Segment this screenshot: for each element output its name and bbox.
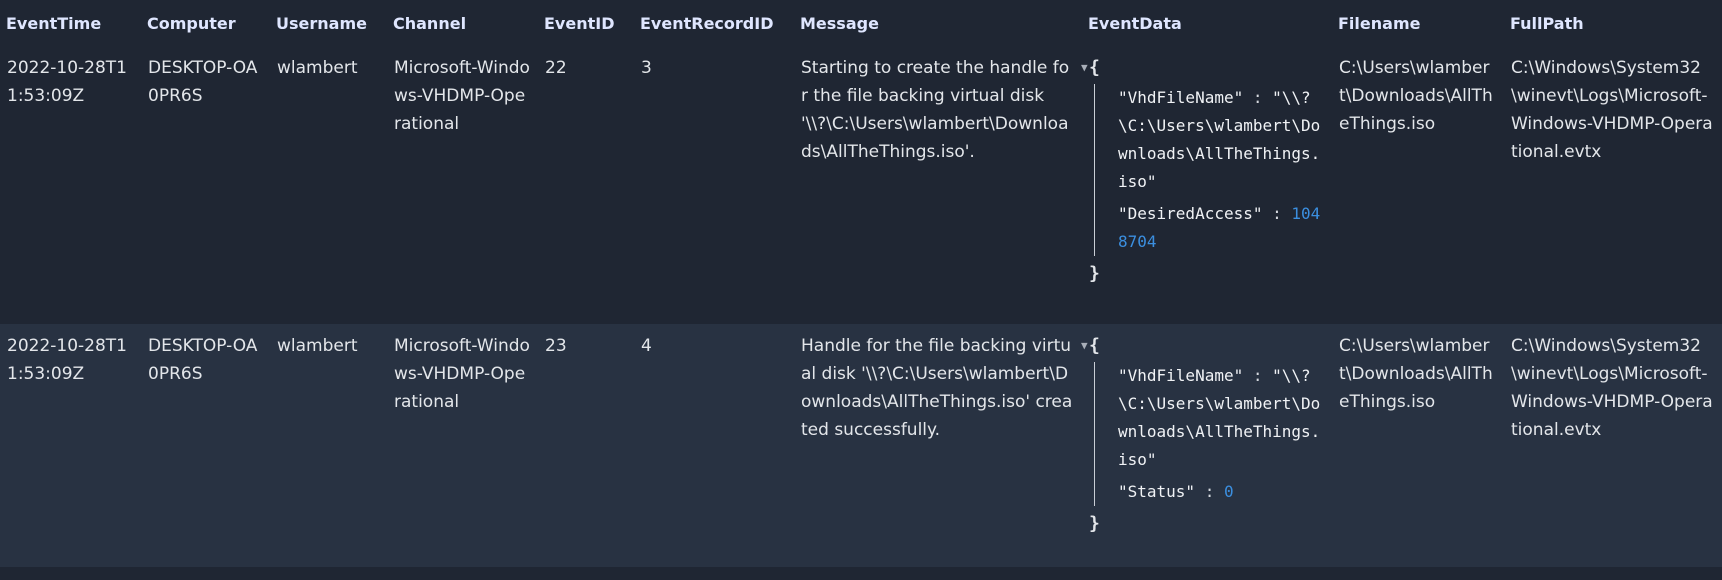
cell-eventdata: ▼ { "VhdFileName" : "\\?\C:\Users\wlambe… [1081, 46, 1332, 324]
col-header-message[interactable]: Message [794, 0, 1082, 46]
col-header-computer[interactable]: Computer [141, 0, 270, 46]
col-header-eventrecordid[interactable]: EventRecordID [634, 0, 794, 46]
json-number-value: 0 [1223, 482, 1234, 501]
cell-eventtime: 2022-10-28T11:53:09Z [0, 324, 141, 567]
json-entry: "VhdFileName" : "\\?\C:\Users\wlambert\D… [1118, 88, 1321, 191]
json-body: "VhdFileName" : "\\?\C:\Users\wlambert\D… [1094, 84, 1324, 256]
json-key: "VhdFileName" [1118, 366, 1244, 385]
json-body: "VhdFileName" : "\\?\C:\Users\wlambert\D… [1094, 362, 1324, 506]
json-close-brace: } [1089, 263, 1100, 284]
json-key: "Status" [1118, 482, 1196, 501]
cell-eventrecordid: 4 [634, 324, 794, 567]
caret-down-icon[interactable]: ▼ [1081, 54, 1088, 82]
json-viewer: ▼ { "VhdFileName" : "\\?\C:\Users\wlambe… [1081, 332, 1324, 538]
cell-fullpath: C:\Windows\System32\winevt\Logs\Microsof… [1504, 46, 1722, 324]
cell-filename: C:\Users\wlambert\Downloads\AllTheThings… [1332, 46, 1504, 324]
table-row[interactable]: 2022-10-28T11:53:09Z DESKTOP-OA0PR6S wla… [0, 46, 1722, 324]
col-header-eventdata[interactable]: EventData [1082, 0, 1332, 46]
cell-eventrecordid: 3 [634, 46, 794, 324]
table-row[interactable]: 2022-10-28T11:53:09Z DESKTOP-OA0PR6S wla… [0, 324, 1722, 567]
json-key: "VhdFileName" [1118, 88, 1244, 107]
json-entry: "VhdFileName" : "\\?\C:\Users\wlambert\D… [1118, 366, 1321, 469]
json-close-brace: } [1089, 513, 1100, 534]
cell-channel: Microsoft-Windows-VHDMP-Operational [387, 46, 538, 324]
cell-eventid: 23 [538, 324, 634, 567]
cell-message: Handle for the file backing virtual disk… [794, 324, 1082, 567]
cell-computer: DESKTOP-OA0PR6S [141, 46, 270, 324]
json-entry: "DesiredAccess" : 1048704 [1118, 204, 1321, 251]
table-header: EventTime Computer Username Channel Even… [0, 0, 1722, 46]
json-open-brace: { [1089, 57, 1100, 78]
cell-eventdata: ▼ { "VhdFileName" : "\\?\C:\Users\wlambe… [1081, 324, 1332, 567]
cell-fullpath: C:\Windows\System32\winevt\Logs\Microsof… [1504, 324, 1722, 567]
json-entry: "Status" : 0 [1118, 482, 1234, 501]
json-key: "DesiredAccess" [1118, 204, 1263, 223]
col-header-username[interactable]: Username [270, 0, 387, 46]
json-viewer: ▼ { "VhdFileName" : "\\?\C:\Users\wlambe… [1081, 54, 1324, 288]
caret-down-icon[interactable]: ▼ [1081, 332, 1088, 360]
cell-filename: C:\Users\wlambert\Downloads\AllTheThings… [1332, 324, 1504, 567]
col-header-channel[interactable]: Channel [387, 0, 538, 46]
cell-username: wlambert [270, 46, 387, 324]
cell-message: Starting to create the handle for the fi… [794, 46, 1082, 324]
json-open-brace: { [1089, 335, 1100, 356]
col-header-eventid[interactable]: EventID [538, 0, 634, 46]
cell-computer: DESKTOP-OA0PR6S [141, 324, 270, 567]
col-header-eventtime[interactable]: EventTime [0, 0, 141, 46]
cell-eventid: 22 [538, 46, 634, 324]
col-header-filename[interactable]: Filename [1332, 0, 1504, 46]
col-header-fullpath[interactable]: FullPath [1504, 0, 1722, 46]
cell-channel: Microsoft-Windows-VHDMP-Operational [387, 324, 538, 567]
cell-username: wlambert [270, 324, 387, 567]
cell-eventtime: 2022-10-28T11:53:09Z [0, 46, 141, 324]
events-table: EventTime Computer Username Channel Even… [0, 0, 1722, 567]
